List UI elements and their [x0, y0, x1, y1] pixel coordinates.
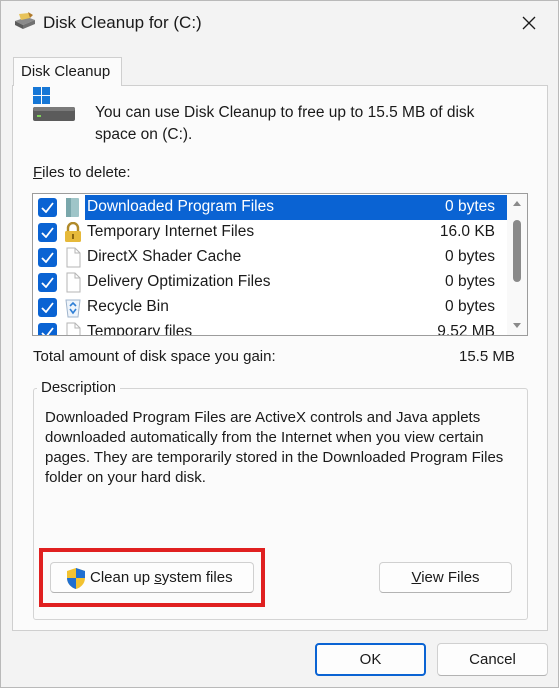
- ok-label: OK: [359, 651, 382, 668]
- checkbox[interactable]: [38, 248, 57, 267]
- total-gain-label: Total amount of disk space you gain:: [33, 348, 276, 365]
- scroll-up-arrow-icon[interactable]: [512, 200, 522, 207]
- item-name: Temporary files: [87, 323, 193, 336]
- list-item[interactable]: Delivery Optimization Files 0 bytes: [33, 270, 507, 295]
- checkbox[interactable]: [38, 198, 57, 217]
- checkmark-icon: [41, 202, 54, 213]
- view-files-button[interactable]: View Files: [379, 562, 512, 593]
- scroll-thumb[interactable]: [513, 220, 521, 282]
- cancel-button[interactable]: Cancel: [437, 643, 548, 676]
- view-files-label: View Files: [411, 569, 479, 586]
- drive-icon: [33, 87, 75, 121]
- item-name: Downloaded Program Files: [85, 195, 397, 220]
- checkbox[interactable]: [38, 323, 57, 335]
- total-gain-value: 15.5 MB: [459, 348, 515, 365]
- list-item[interactable]: Temporary files 9.52 MB: [33, 320, 507, 336]
- lock-icon: [65, 222, 81, 242]
- checkmark-icon: [41, 327, 54, 335]
- item-size: 16.0 KB: [439, 223, 495, 240]
- intro-text: You can use Disk Cleanup to free up to 1…: [95, 104, 475, 143]
- files-to-delete-label: Files to delete:: [33, 164, 131, 181]
- list-item[interactable]: Temporary Internet Files 16.0 KB: [33, 220, 507, 245]
- files-label-rest: iles to delete:: [42, 164, 131, 181]
- item-name: Temporary Internet Files: [87, 223, 255, 240]
- files-label-accesskey: F: [33, 164, 43, 181]
- checkmark-icon: [41, 227, 54, 238]
- item-size: 0 bytes: [397, 195, 507, 220]
- viewfiles-accesskey: V: [411, 569, 422, 586]
- item-size: 9.52 MB: [437, 323, 495, 336]
- checkbox[interactable]: [38, 273, 57, 292]
- disk-cleanup-app-icon: [15, 12, 35, 29]
- item-size: 0 bytes: [445, 248, 495, 265]
- list-item[interactable]: DirectX Shader Cache 0 bytes: [33, 245, 507, 270]
- item-name: Recycle Bin: [87, 298, 169, 315]
- window-title: Disk Cleanup for (C:): [43, 13, 202, 32]
- close-button[interactable]: [500, 1, 558, 45]
- description-legend: Description: [37, 379, 121, 396]
- cancel-label: Cancel: [469, 651, 516, 668]
- viewfiles-rest: iew Files: [421, 569, 480, 586]
- checkmark-icon: [41, 277, 54, 288]
- list-item[interactable]: Downloaded Program Files 0 bytes: [33, 195, 507, 220]
- checkmark-icon: [41, 252, 54, 263]
- tab-label: Disk Cleanup: [21, 63, 111, 80]
- recycle-bin-icon: [65, 299, 81, 318]
- document-icon: [66, 247, 81, 268]
- description-text: Downloaded Program Files are ActiveX con…: [45, 409, 504, 486]
- title-bar: Disk Cleanup for (C:): [1, 1, 558, 47]
- document-icon: [66, 272, 81, 293]
- item-name: DirectX Shader Cache: [87, 248, 242, 265]
- checkmark-icon: [41, 302, 54, 313]
- close-icon: [522, 16, 536, 30]
- document-icon: [66, 322, 81, 335]
- folder-icon: [66, 198, 79, 217]
- tab-disk-cleanup[interactable]: Disk Cleanup: [13, 57, 122, 86]
- list-item[interactable]: Recycle Bin 0 bytes: [33, 295, 507, 320]
- scroll-down-arrow-icon[interactable]: [512, 322, 522, 329]
- checkbox[interactable]: [38, 223, 57, 242]
- disk-cleanup-window: Disk Cleanup for (C:) Disk Cleanup You c…: [0, 0, 559, 688]
- checkbox[interactable]: [38, 298, 57, 317]
- item-size: 0 bytes: [445, 273, 495, 290]
- highlight-box: [39, 548, 265, 607]
- item-name: Delivery Optimization Files: [87, 273, 271, 290]
- files-to-delete-list[interactable]: Downloaded Program Files 0 bytes Tempora…: [32, 193, 528, 336]
- item-size: 0 bytes: [445, 298, 495, 315]
- vertical-scrollbar[interactable]: [507, 194, 527, 335]
- ok-button[interactable]: OK: [315, 643, 426, 676]
